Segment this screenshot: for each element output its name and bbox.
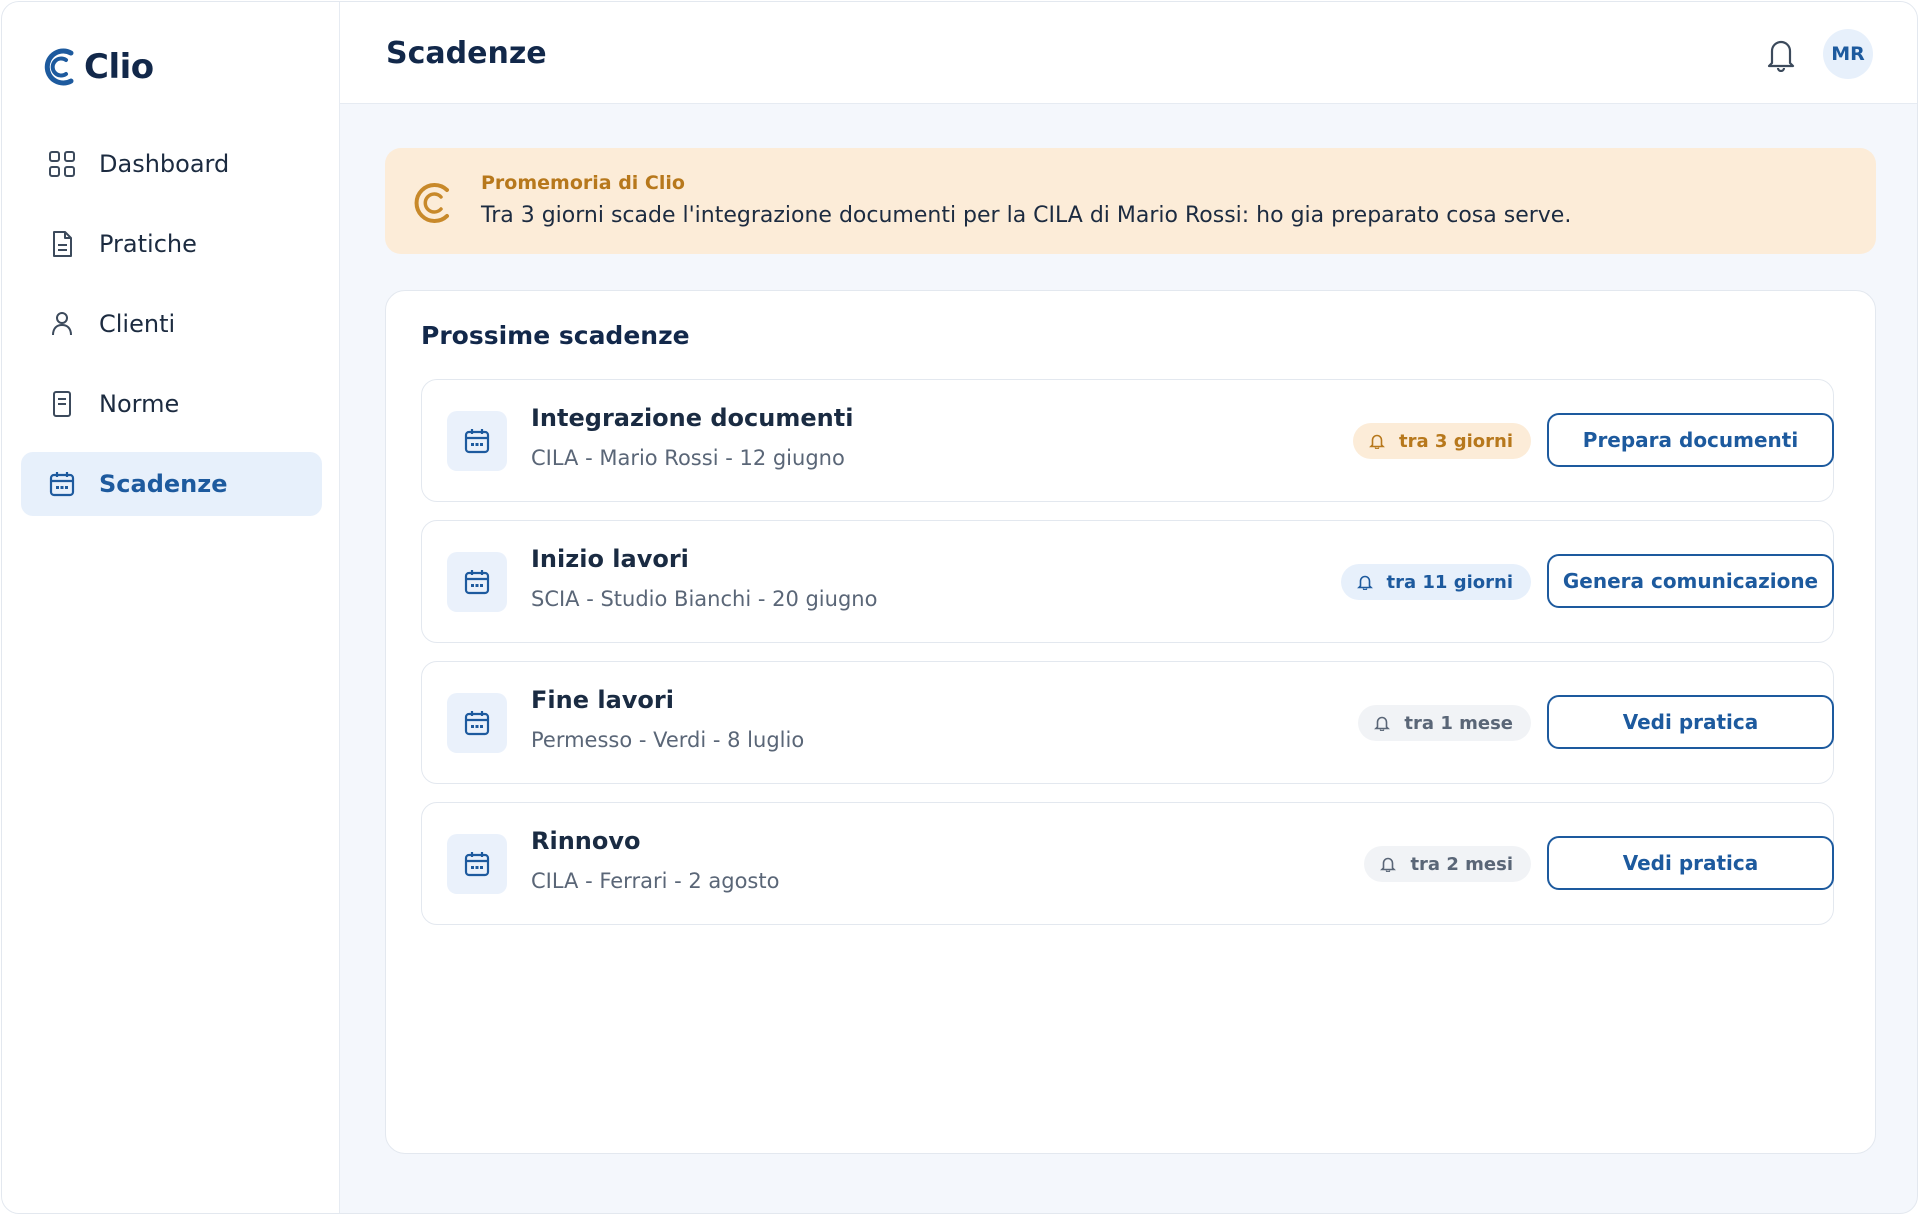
app-window: Clio Dashboard Pratiche Clienti Norme Sc… [1, 1, 1918, 1214]
deadline-title: Rinnovo [531, 827, 641, 855]
deadline-row: Fine lavori Permesso - Verdi - 8 luglio … [421, 661, 1834, 784]
badge-label: tra 11 giorni [1386, 571, 1514, 593]
calendar-icon [447, 834, 507, 894]
deadline-row: Integrazione documenti CILA - Mario Ross… [421, 379, 1834, 502]
deadline-subtitle: Permesso - Verdi - 8 luglio [531, 728, 805, 752]
page-title: Scadenze [386, 36, 547, 71]
sidebar-item-norme[interactable]: Norme [21, 372, 322, 436]
deadline-subtitle: CILA - Mario Rossi - 12 giugno [531, 446, 845, 470]
sidebar-item-clienti[interactable]: Clienti [21, 292, 322, 356]
bell-icon [1369, 434, 1385, 449]
reminder-text: Tra 3 giorni scade l'integrazione docume… [481, 203, 1572, 228]
view-case-button[interactable]: Vedi pratica [1547, 695, 1834, 749]
view-case-button[interactable]: Vedi pratica [1547, 836, 1834, 890]
badge-label: tra 2 mesi [1410, 853, 1513, 875]
deadline-title: Fine lavori [531, 686, 674, 714]
generate-communication-button[interactable]: Genera comunicazione [1547, 554, 1834, 608]
sidebar-item-pratiche[interactable]: Pratiche [21, 212, 322, 276]
deadline-row: Inizio lavori SCIA - Studio Bianchi - 20… [421, 520, 1834, 643]
top-header: Scadenze MR [340, 2, 1917, 104]
badge-label: tra 1 mese [1404, 712, 1513, 734]
sidebar-nav: Dashboard Pratiche Clienti Norme Scadenz… [21, 132, 322, 532]
calendar-icon [447, 411, 507, 471]
deadlines-card: Prossime scadenze Integrazione documenti… [385, 290, 1876, 1154]
deadline-subtitle: CILA - Ferrari - 2 agosto [531, 869, 780, 893]
sidebar-item-label: Scadenze [99, 470, 228, 498]
calendar-icon [447, 693, 507, 753]
section-title: Prossime scadenze [421, 321, 690, 350]
badge-label: tra 3 giorni [1399, 430, 1513, 452]
sidebar-item-label: Clienti [99, 310, 176, 338]
status-badge: tra 11 giorni [1340, 564, 1531, 600]
prepare-documents-button[interactable]: Prepara documenti [1547, 413, 1834, 467]
status-badge: tra 3 giorni [1353, 423, 1531, 459]
deadline-title: Integrazione documenti [531, 404, 854, 432]
book-icon [47, 389, 77, 419]
bell-icon[interactable] [1765, 36, 1797, 72]
clio-logo-icon [414, 183, 449, 223]
bell-icon [1374, 716, 1391, 731]
sidebar-item-scadenze[interactable]: Scadenze [21, 452, 322, 516]
calendar-icon [47, 469, 77, 499]
user-icon [47, 309, 77, 339]
avatar[interactable]: MR [1823, 29, 1873, 79]
bell-icon [1380, 857, 1397, 872]
app-name: Clio [84, 47, 154, 87]
reminder-banner: Promemoria di Clio Tra 3 giorni scade l'… [385, 148, 1876, 254]
deadline-title: Inizio lavori [531, 545, 689, 573]
reminder-title: Promemoria di Clio [481, 172, 685, 194]
bell-icon [1356, 575, 1373, 590]
sidebar-item-label: Pratiche [99, 230, 197, 258]
status-badge: tra 1 mese [1358, 705, 1531, 741]
clio-logo-icon [44, 48, 74, 86]
deadline-subtitle: SCIA - Studio Bianchi - 20 giugno [531, 587, 878, 611]
document-icon [47, 229, 77, 259]
sidebar-item-dashboard[interactable]: Dashboard [21, 132, 322, 196]
calendar-icon [447, 552, 507, 612]
status-badge: tra 2 mesi [1364, 846, 1531, 882]
logo[interactable]: Clio [38, 44, 154, 90]
deadline-row: Rinnovo CILA - Ferrari - 2 agosto tra 2 … [421, 802, 1834, 925]
grid-icon [47, 149, 77, 179]
sidebar-item-label: Dashboard [99, 150, 230, 178]
sidebar: Clio Dashboard Pratiche Clienti Norme Sc… [2, 2, 340, 1213]
sidebar-item-label: Norme [99, 390, 180, 418]
